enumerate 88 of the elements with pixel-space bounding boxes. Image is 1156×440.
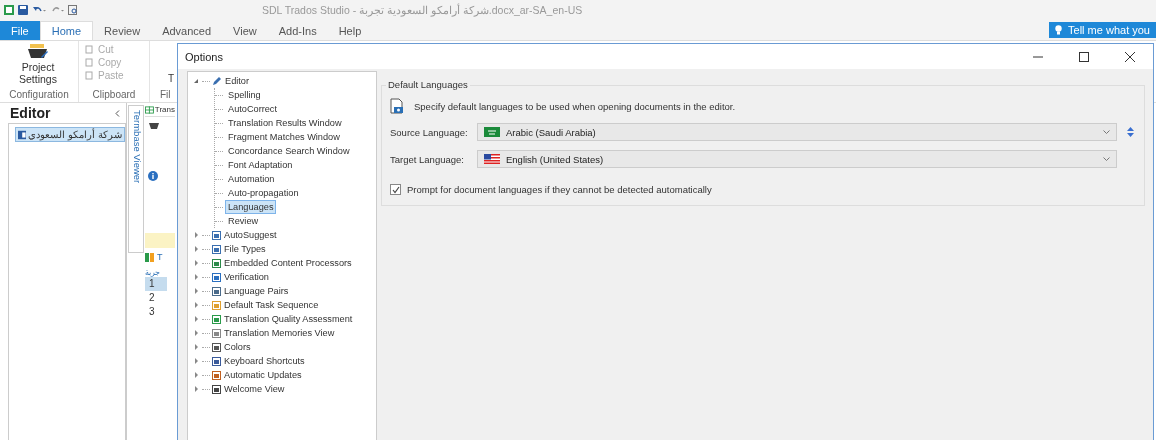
- tree-item[interactable]: AutoCorrect: [225, 102, 281, 116]
- pot-icon: [27, 43, 49, 61]
- tree-item[interactable]: Fragment Matches Window: [225, 130, 343, 144]
- description-text: Specify default languages to be used when opening documents in the editor.: [414, 100, 736, 112]
- grid-icon: [145, 105, 154, 114]
- tree-item[interactable]: Translation Memories View: [221, 326, 338, 340]
- tree-item[interactable]: Colors: [221, 340, 254, 354]
- group-label: Clipboard: [91, 89, 137, 102]
- save-icon[interactable]: [18, 5, 28, 15]
- app-icon[interactable]: [4, 5, 14, 15]
- file-tree-item[interactable]: شركة أرامكو السعودي: [15, 127, 125, 142]
- tree-item[interactable]: Review: [225, 214, 262, 228]
- pencil-icon: [212, 76, 222, 86]
- maximize-icon: [1079, 51, 1089, 62]
- tree-item[interactable]: Keyboard Shortcuts: [221, 354, 308, 368]
- window-title: SDL Trados Studio - شركة أرامكو السعودية تجربة.docx_ar-SA_en-US: [262, 4, 583, 16]
- us-flag-icon: [484, 154, 500, 164]
- panel-label: T: [157, 252, 163, 262]
- language-dropdown[interactable]: Arabic (Saudi Arabia): [477, 123, 1117, 141]
- settings-page-icon: [212, 230, 221, 240]
- pot-icon: [149, 121, 159, 129]
- panel-title: Editor: [10, 105, 51, 121]
- settings-page-icon: [212, 356, 221, 366]
- settings-page-icon: [212, 286, 221, 296]
- project-settings-button[interactable]: Project Settings: [0, 41, 76, 89]
- ribbon-tab[interactable]: Home: [39, 21, 94, 40]
- info-icon: [148, 171, 158, 181]
- settings-page-icon: [212, 370, 221, 380]
- row-number: 3: [148, 305, 156, 319]
- ribbon-tab[interactable]: View: [222, 22, 268, 40]
- dialog-title: Options: [185, 50, 223, 63]
- tree-item[interactable]: Automation: [225, 172, 278, 186]
- language-dropdown[interactable]: English (United States): [477, 150, 1117, 168]
- group-title: Default Languages: [386, 79, 470, 90]
- settings-page-icon: [212, 328, 221, 338]
- chevron-down-icon: [1103, 130, 1110, 134]
- ribbon-tab[interactable]: Help: [327, 22, 373, 40]
- word-document-icon: [18, 129, 27, 140]
- tree-item[interactable]: Embedded Content Processors: [221, 256, 355, 270]
- ribbon-button[interactable]: T: [168, 67, 177, 89]
- group-label: Fil: [159, 89, 172, 102]
- tree-item[interactable]: Language Pairs: [221, 284, 292, 298]
- tree-item[interactable]: Automatic Updates: [221, 368, 305, 382]
- settings-page-icon: [212, 300, 221, 310]
- collapse-chevron-icon[interactable]: [115, 109, 120, 117]
- tree-item[interactable]: Translation Results Window: [225, 116, 345, 130]
- tree-item[interactable]: Spelling: [225, 88, 264, 102]
- tell-me-button[interactable]: Tell me what you: [1049, 22, 1156, 38]
- ribbon-tab[interactable]: Advanced: [151, 22, 223, 40]
- tree-item[interactable]: Languages: [225, 200, 277, 214]
- settings-page-icon: [212, 384, 221, 394]
- panel-title: Trans: [154, 105, 175, 114]
- document-tab[interactable]: جربة: [145, 268, 160, 277]
- ribbon-tab[interactable]: Add-Ins: [267, 22, 328, 40]
- settings-page-icon: [212, 314, 221, 324]
- chevron-down-icon: [1103, 157, 1110, 161]
- tree-item[interactable]: Editor: [222, 74, 252, 88]
- settings-page-icon: [212, 244, 221, 254]
- saudi-flag-icon: [484, 127, 500, 137]
- lightbulb-icon: [1055, 25, 1063, 35]
- settings-page-icon: [212, 258, 221, 268]
- memory-icon: [145, 252, 154, 262]
- settings-page-icon: [212, 272, 221, 282]
- tree-item[interactable]: Welcome View: [221, 382, 288, 396]
- tree-item[interactable]: Translation Quality Assessment: [221, 312, 356, 326]
- tree-item[interactable]: Default Task Sequence: [221, 298, 322, 312]
- settings-page-icon: [212, 342, 221, 352]
- row-number: 1: [145, 277, 167, 291]
- tree-item[interactable]: Concordance Search Window: [225, 144, 353, 158]
- close-icon: [1125, 51, 1135, 62]
- tree-item[interactable]: Auto-propagation: [225, 186, 302, 200]
- notice-bar: [145, 233, 175, 248]
- checkbox-label: Prompt for document languages if they cannot be detected automatically: [407, 184, 712, 195]
- document-settings-icon: [390, 98, 404, 114]
- swap-arrows-icon[interactable]: [1127, 127, 1134, 137]
- tree-item[interactable]: File Types: [221, 242, 269, 256]
- tree-item[interactable]: Verification: [221, 270, 272, 284]
- file-tab[interactable]: File: [0, 21, 40, 40]
- ribbon-tab[interactable]: Review: [93, 22, 152, 40]
- checkbox[interactable]: [390, 184, 401, 195]
- group-label: Configuration: [8, 89, 70, 102]
- termbase-viewer-tab[interactable]: Termbase Viewer: [128, 105, 144, 253]
- field-label: Source Language:: [390, 126, 469, 138]
- preview-icon[interactable]: [68, 5, 78, 15]
- row-number: 2: [148, 291, 156, 305]
- tree-item[interactable]: Font Adaptation: [225, 158, 296, 172]
- tree-item[interactable]: AutoSuggest: [221, 228, 280, 242]
- field-label: Target Language:: [390, 153, 465, 165]
